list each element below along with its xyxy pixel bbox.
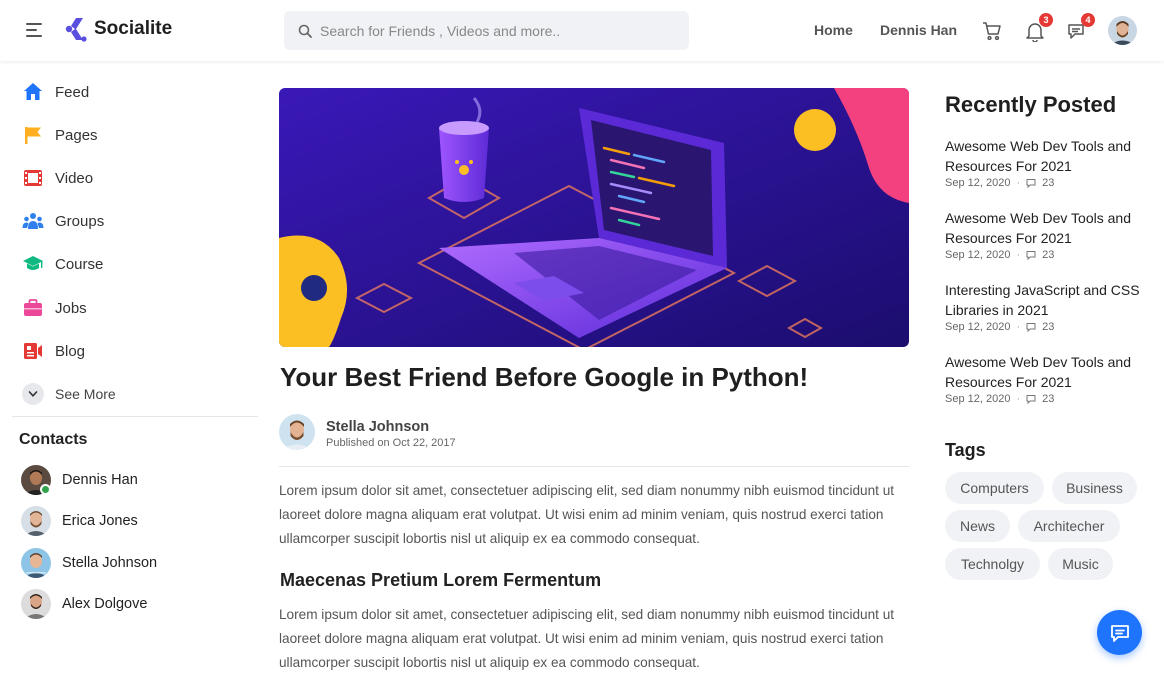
online-status-dot <box>40 484 51 495</box>
see-more-button[interactable]: See More <box>22 383 116 405</box>
comment-icon <box>1026 323 1036 332</box>
recent-post-item[interactable]: Awesome Web Dev Tools and Resources For … <box>945 208 1155 261</box>
recent-post-date: Sep 12, 2020 <box>945 177 1011 189</box>
sidebar-item-label: Groups <box>55 212 105 230</box>
recent-post-comment-count: 23 <box>1042 249 1055 261</box>
sidebar-item-label: Course <box>55 255 104 273</box>
recent-post-item[interactable]: Awesome Web Dev Tools and Resources For … <box>945 352 1155 405</box>
see-more-label: See More <box>55 386 116 402</box>
contact-item-dennis-han[interactable]: Dennis Han <box>21 465 138 495</box>
recent-post-meta: Sep 12, 2020 · 23 <box>945 321 1055 333</box>
contact-name: Alex Dolgove <box>62 596 148 612</box>
recent-post-meta: Sep 12, 2020 · 23 <box>945 177 1055 189</box>
search-bar[interactable] <box>284 11 689 50</box>
avatar <box>21 506 51 536</box>
sidebar-item-label: Pages <box>55 126 98 144</box>
sidebar-item-jobs[interactable]: Jobs <box>22 297 87 319</box>
recently-posted-title: Recently Posted <box>945 92 1117 117</box>
recent-post-title[interactable]: Awesome Web Dev Tools and Resources For … <box>945 208 1155 248</box>
author-name[interactable]: Stella Johnson <box>326 419 429 435</box>
tag-business[interactable]: Business <box>1052 472 1137 504</box>
graduation-cap-icon <box>22 253 44 275</box>
comment-icon <box>1026 179 1036 188</box>
recent-post-date: Sep 12, 2020 <box>945 393 1011 405</box>
comment-icon <box>1026 395 1036 404</box>
chevron-down-icon <box>22 383 44 405</box>
recent-post-title[interactable]: Awesome Web Dev Tools and Resources For … <box>945 136 1155 176</box>
post-divider <box>279 466 909 467</box>
sidebar-divider <box>12 416 258 417</box>
tag-news[interactable]: News <box>945 510 1010 542</box>
contact-name: Stella Johnson <box>62 555 158 571</box>
sidebar-item-feed[interactable]: Feed <box>22 81 89 103</box>
sidebar-item-label: Blog <box>55 342 86 360</box>
recent-post-title[interactable]: Interesting JavaScript and CSS Libraries… <box>945 280 1155 320</box>
tag-architecher[interactable]: Architecher <box>1018 510 1120 542</box>
logo[interactable]: Socialite <box>64 16 172 42</box>
app-name: Socialite <box>94 18 173 39</box>
recent-post-title[interactable]: Awesome Web Dev Tools and Resources For … <box>945 352 1155 392</box>
sidebar-item-video[interactable]: Video <box>22 167 93 189</box>
recent-post-date: Sep 12, 2020 <box>945 321 1011 333</box>
chat-button[interactable] <box>1097 610 1142 655</box>
contact-item-stella-johnson[interactable]: Stella Johnson <box>21 548 157 578</box>
sidebar-item-label: Jobs <box>55 299 87 317</box>
post-published-date: Published on Oct 22, 2017 <box>326 437 456 449</box>
sidebar-item-blog[interactable]: Blog <box>22 340 85 362</box>
post-paragraph: Lorem ipsum dolor sit amet, consectetuer… <box>279 483 895 546</box>
contact-item-erica-jones[interactable]: Erica Jones <box>21 506 138 536</box>
sidebar-item-pages[interactable]: Pages <box>22 124 98 146</box>
search-icon <box>298 24 312 38</box>
top-header: Socialite Home Dennis Han 3 4 <box>0 0 1164 61</box>
avatar <box>21 548 51 578</box>
bell-icon[interactable]: 3 <box>1024 13 1053 43</box>
post-subheading: Maecenas Pretium Lorem Fermentum <box>280 570 602 590</box>
tag-music[interactable]: Music <box>1048 548 1113 580</box>
search-input[interactable] <box>320 22 660 39</box>
sidebar-item-label: Video <box>55 169 94 187</box>
flag-icon <box>22 124 44 146</box>
avatar <box>21 589 51 619</box>
recent-post-comment-count: 23 <box>1042 177 1055 189</box>
tag-computers[interactable]: Computers <box>945 472 1044 504</box>
chat-icon <box>1110 624 1129 642</box>
recent-post-meta: Sep 12, 2020 · 23 <box>945 393 1055 405</box>
contacts-title: Contacts <box>19 431 88 448</box>
message-icon[interactable]: 4 <box>1066 13 1095 42</box>
contact-name: Dennis Han <box>62 472 138 488</box>
comment-icon <box>1026 251 1036 260</box>
video-icon <box>22 167 44 189</box>
cart-icon[interactable] <box>981 20 1003 42</box>
user-avatar[interactable] <box>1108 16 1137 45</box>
recent-post-date: Sep 12, 2020 <box>945 249 1011 261</box>
tags-title: Tags <box>945 440 986 460</box>
left-sidebar: Feed Pages Video Groups Course Jobs Blog… <box>0 61 270 677</box>
groups-icon <box>22 210 44 232</box>
recent-post-comment-count: 23 <box>1042 321 1055 333</box>
logo-icon <box>65 18 87 42</box>
notification-badge: 3 <box>1039 13 1053 27</box>
tag-technolgy[interactable]: Technolgy <box>945 548 1040 580</box>
sidebar-item-course[interactable]: Course <box>22 253 103 275</box>
recent-post-meta: Sep 12, 2020 · 23 <box>945 249 1055 261</box>
post-paragraph: Lorem ipsum dolor sit amet, consectetuer… <box>279 607 895 670</box>
post-hero-image <box>279 88 909 347</box>
nav-home-link[interactable]: Home <box>814 22 853 38</box>
briefcase-icon <box>22 297 44 319</box>
home-icon <box>22 81 44 103</box>
message-badge: 4 <box>1081 13 1095 27</box>
recent-post-item[interactable]: Awesome Web Dev Tools and Resources For … <box>945 136 1155 189</box>
nav-profile-link[interactable]: Dennis Han <box>880 22 957 38</box>
author-avatar[interactable] <box>279 414 315 450</box>
recent-post-comment-count: 23 <box>1042 393 1055 405</box>
menu-icon[interactable] <box>26 22 44 38</box>
contact-item-alex-dolgove[interactable]: Alex Dolgove <box>21 589 147 619</box>
blog-icon <box>22 340 44 362</box>
contact-name: Erica Jones <box>62 513 138 529</box>
sidebar-item-label: Feed <box>55 83 90 101</box>
sidebar-item-groups[interactable]: Groups <box>22 210 104 232</box>
recent-post-item[interactable]: Interesting JavaScript and CSS Libraries… <box>945 280 1155 333</box>
post-title: Your Best Friend Before Google in Python… <box>280 362 809 392</box>
